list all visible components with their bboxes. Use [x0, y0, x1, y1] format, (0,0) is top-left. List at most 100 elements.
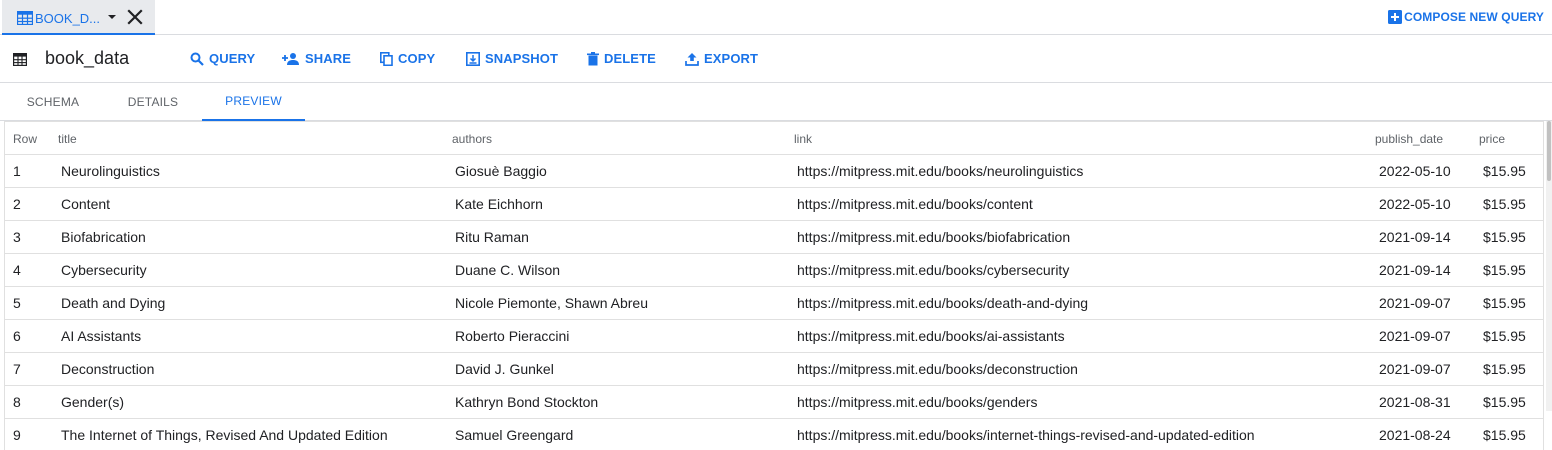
tab-preview[interactable]: PREVIEW — [202, 83, 305, 121]
snapshot-icon — [466, 51, 480, 66]
table-row[interactable]: 7 Deconstruction David J. Gunkel https://mi… — [5, 353, 1543, 386]
table-header: Row title authors link publish_date pric… — [5, 122, 1543, 155]
cell-authors: Kathryn Bond Stockton — [455, 394, 599, 410]
cell-publish-date: 2021-08-31 — [1379, 394, 1451, 410]
cell-link: https://mitpress.mit.edu/books/cybersecu… — [797, 262, 1070, 278]
copy-button[interactable]: COPY — [380, 51, 435, 66]
tab-schema[interactable]: SCHEMA — [4, 83, 102, 121]
table-row[interactable]: 3 Biofabrication Ritu Raman https://mitpres… — [5, 221, 1543, 254]
cell-price: $15.95 — [1483, 328, 1526, 344]
upload-icon — [685, 52, 699, 66]
cell-link: https://mitpress.mit.edu/books/neuroling… — [797, 163, 1084, 179]
tab-title: BOOK_D... — [35, 11, 101, 26]
cell-publish-date: 2021-09-07 — [1379, 361, 1451, 377]
cell-link: https://mitpress.mit.edu/books/deconstru… — [797, 361, 1078, 377]
cell-price: $15.95 — [1483, 229, 1526, 245]
copy-icon — [380, 51, 393, 66]
table-row[interactable]: 4 Cybersecurity Duane C. Wilson https://mit… — [5, 254, 1543, 287]
query-label: QUERY — [209, 51, 256, 66]
tab-details[interactable]: DETAILS — [104, 83, 202, 121]
cell-link: https://mitpress.mit.edu/books/genders — [797, 394, 1038, 410]
preview-table: Row title authors link publish_date pric… — [4, 121, 1544, 450]
cell-authors: Kate Eichhorn — [455, 196, 543, 212]
search-icon — [190, 52, 204, 66]
header-row: Row — [13, 132, 38, 146]
cell-price: $15.95 — [1483, 394, 1526, 410]
cell-authors: Ritu Raman — [455, 229, 529, 245]
cell-title: The Internet of Things, Revised And Upda… — [61, 427, 388, 443]
header-price: price — [1479, 132, 1506, 146]
cell-title: Gender(s) — [61, 394, 125, 410]
snapshot-label: SNAPSHOT — [485, 51, 559, 66]
header-link: link — [794, 132, 813, 146]
table-row[interactable]: 1 Neurolinguistics Giosuè Baggio https://mi… — [5, 155, 1543, 188]
vertical-scrollbar[interactable] — [1546, 121, 1552, 411]
cell-row-number: 3 — [13, 229, 21, 245]
cell-price: $15.95 — [1483, 295, 1526, 311]
cell-publish-date: 2021-09-14 — [1379, 229, 1451, 245]
delete-button[interactable]: DELETE — [587, 51, 656, 66]
cell-authors: Roberto Pieraccini — [455, 328, 570, 344]
table-row[interactable]: 8 Gender(s) Kathryn Bond Stockton https://m… — [5, 386, 1543, 419]
cell-title: Death and Dying — [61, 295, 166, 311]
cell-title: Biofabrication — [61, 229, 146, 245]
cell-authors: Samuel Greengard — [455, 427, 574, 443]
cell-publish-date: 2022-05-10 — [1379, 196, 1451, 212]
cell-link: https://mitpress.mit.edu/books/content — [797, 196, 1033, 212]
table-row[interactable]: 2 Content Kate Eichhorn https://mitpress.mi… — [5, 188, 1543, 221]
export-label: EXPORT — [704, 51, 759, 66]
cell-row-number: 1 — [13, 163, 21, 179]
cell-link: https://mitpress.mit.edu/books/internet-… — [797, 427, 1255, 443]
cell-row-number: 5 — [13, 295, 21, 311]
export-button[interactable]: EXPORT — [685, 51, 758, 66]
cell-authors: Nicole Piemonte, Shawn Abreu — [455, 295, 648, 311]
cell-price: $15.95 — [1483, 196, 1526, 212]
query-button[interactable]: QUERY — [190, 51, 255, 66]
close-icon[interactable] — [126, 8, 144, 26]
cell-row-number: 7 — [13, 361, 21, 377]
table-toolbar: book_data QUERY SHARE COPY SNAPSHOT DELE… — [0, 35, 1552, 83]
cell-publish-date: 2021-08-24 — [1379, 427, 1451, 443]
cell-row-number: 2 — [13, 196, 21, 212]
share-label: SHARE — [305, 51, 352, 66]
person-add-icon — [282, 52, 299, 65]
table-row[interactable]: 6 AI Assistants Roberto Pieraccini https://… — [5, 320, 1543, 353]
table-row[interactable]: 9 The Internet of Things, Revised And Upd… — [5, 419, 1543, 450]
cell-publish-date: 2021-09-14 — [1379, 262, 1451, 278]
cell-price: $15.95 — [1483, 163, 1526, 179]
cell-row-number: 9 — [13, 427, 21, 443]
snapshot-button[interactable]: SNAPSHOT — [466, 51, 558, 66]
scrollbar-thumb[interactable] — [1547, 121, 1551, 181]
header-authors: authors — [452, 132, 493, 146]
query-tab[interactable]: BOOK_D... — [2, 0, 155, 35]
compose-new-query-button[interactable]: COMPOSE NEW QUERY — [1388, 10, 1544, 24]
cell-authors: Giosuè Baggio — [455, 163, 547, 179]
cell-price: $15.95 — [1483, 427, 1526, 443]
cell-publish-date: 2021-09-07 — [1379, 328, 1451, 344]
caret-down-icon[interactable] — [106, 9, 118, 25]
cell-price: $15.95 — [1483, 361, 1526, 377]
table-view-tabs: SCHEMA DETAILS PREVIEW — [0, 83, 1552, 121]
cell-link: https://mitpress.mit.edu/books/biofabric… — [797, 229, 1071, 245]
copy-label: COPY — [398, 51, 436, 66]
cell-authors: Duane C. Wilson — [455, 262, 561, 278]
header-title: title — [58, 132, 77, 146]
cell-authors: David J. Gunkel — [455, 361, 554, 377]
share-button[interactable]: SHARE — [282, 51, 351, 66]
plus-box-icon — [1388, 10, 1403, 24]
cell-link: https://mitpress.mit.edu/books/death-and… — [797, 295, 1089, 311]
cell-row-number: 4 — [13, 262, 21, 278]
cell-title: Neurolinguistics — [61, 163, 160, 179]
header-publish-date: publish_date — [1375, 132, 1444, 146]
delete-label: DELETE — [604, 51, 656, 66]
table-icon — [17, 11, 33, 25]
editor-tab-strip: BOOK_D... COMPOSE NEW QUERY — [0, 0, 1552, 35]
compose-label: COMPOSE NEW QUERY — [1404, 10, 1544, 24]
cell-publish-date: 2022-05-10 — [1379, 163, 1451, 179]
trash-icon — [587, 51, 599, 65]
cell-title: Content — [61, 196, 111, 212]
cell-title: AI Assistants — [61, 328, 142, 344]
cell-link: https://mitpress.mit.edu/books/ai-assist… — [797, 328, 1065, 344]
cell-price: $15.95 — [1483, 262, 1526, 278]
table-row[interactable]: 5 Death and Dying Nicole Piemonte, Shawn A… — [5, 287, 1543, 320]
